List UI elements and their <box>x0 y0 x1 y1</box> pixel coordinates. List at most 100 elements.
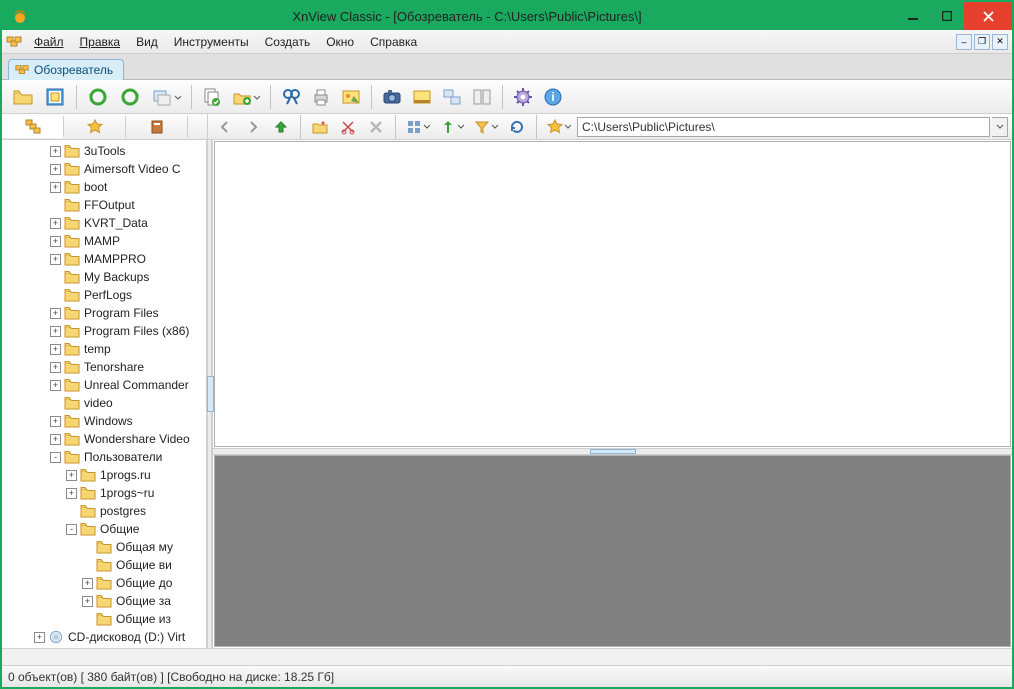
tree-item[interactable]: video <box>2 394 206 412</box>
collapse-icon[interactable]: - <box>50 452 61 463</box>
tree-item[interactable]: +MAMP <box>2 232 206 250</box>
tree-item[interactable]: +1progs~ru <box>2 484 206 502</box>
mdi-minimize-button[interactable]: ‒ <box>956 34 972 50</box>
mdi-close-button[interactable]: ✕ <box>992 34 1008 50</box>
tree-item[interactable]: +Aimersoft Video C <box>2 160 206 178</box>
expand-icon[interactable]: + <box>50 380 61 391</box>
expand-icon[interactable]: + <box>50 434 61 445</box>
expand-icon[interactable]: + <box>50 416 61 427</box>
delete-button[interactable] <box>363 114 389 140</box>
sidebar-tab-favorites[interactable] <box>64 116 126 138</box>
sidebar-tab-categories[interactable] <box>126 116 188 138</box>
print-button[interactable] <box>307 84 335 110</box>
search-button[interactable] <box>277 84 305 110</box>
tree-item[interactable]: +1progs.ru <box>2 466 206 484</box>
tree-item[interactable]: +MAMPPRO <box>2 250 206 268</box>
expand-icon[interactable]: + <box>66 470 77 481</box>
tree-item[interactable]: +3uTools <box>2 142 206 160</box>
expand-icon[interactable]: + <box>82 578 93 589</box>
refresh-button[interactable] <box>504 114 530 140</box>
tree-item[interactable]: +Unreal Commander <box>2 376 206 394</box>
folder-icon <box>96 612 112 626</box>
filter-button[interactable] <box>470 114 502 140</box>
view-mode-button[interactable] <box>402 114 434 140</box>
convert-button[interactable] <box>147 84 185 110</box>
expand-icon[interactable]: + <box>82 596 93 607</box>
vertical-splitter[interactable] <box>207 140 212 648</box>
horizontal-scrollbar[interactable] <box>2 648 1012 665</box>
tree-item[interactable]: Общая му <box>2 538 206 556</box>
close-button[interactable] <box>964 2 1012 30</box>
tree-item[interactable]: postgres <box>2 502 206 520</box>
nav-back-button[interactable] <box>212 114 238 140</box>
expand-icon[interactable]: + <box>50 308 61 319</box>
folder-tree[interactable]: +3uTools+Aimersoft Video C+bootFFOutput+… <box>2 140 206 648</box>
expand-icon[interactable]: + <box>50 182 61 193</box>
tree-item[interactable]: +Program Files <box>2 304 206 322</box>
tree-item[interactable]: +Общие за <box>2 592 206 610</box>
capture-button[interactable] <box>378 84 406 110</box>
expand-icon[interactable]: + <box>50 344 61 355</box>
tree-item[interactable]: +Tenorshare <box>2 358 206 376</box>
fullscreen-button[interactable] <box>40 84 70 110</box>
expand-icon[interactable]: + <box>50 146 61 157</box>
menu-file[interactable]: Файл <box>26 33 72 51</box>
new-folder-button[interactable] <box>307 114 333 140</box>
tree-item[interactable]: My Backups <box>2 268 206 286</box>
cut-button[interactable] <box>335 114 361 140</box>
address-input[interactable]: C:\Users\Public\Pictures\ <box>577 117 990 137</box>
tree-item[interactable]: -Пользователи <box>2 448 206 466</box>
tab-browser[interactable]: Обозреватель <box>8 59 124 80</box>
open-button[interactable] <box>8 84 38 110</box>
expand-icon[interactable]: + <box>50 254 61 265</box>
compare-button[interactable] <box>468 84 496 110</box>
sort-button[interactable] <box>436 114 468 140</box>
menu-create[interactable]: Создать <box>257 33 319 51</box>
tree-item[interactable]: +boot <box>2 178 206 196</box>
expand-icon[interactable]: + <box>50 236 61 247</box>
menu-tools[interactable]: Инструменты <box>166 33 257 51</box>
rotate-ccw-button[interactable] <box>83 84 113 110</box>
tree-item[interactable]: +Общие до <box>2 574 206 592</box>
tree-item[interactable]: +Program Files (x86) <box>2 322 206 340</box>
tree-item[interactable]: Общие из <box>2 610 206 628</box>
tree-item[interactable]: -Общие <box>2 520 206 538</box>
tree-item[interactable]: PerfLogs <box>2 286 206 304</box>
expand-icon[interactable]: + <box>50 164 61 175</box>
favorite-button[interactable] <box>543 114 575 140</box>
batch-rename-button[interactable] <box>438 84 466 110</box>
maximize-button[interactable] <box>930 2 964 30</box>
move-to-button[interactable] <box>228 84 264 110</box>
copy-to-button[interactable] <box>198 84 226 110</box>
expand-icon[interactable]: + <box>66 488 77 499</box>
menu-window[interactable]: Окно <box>318 33 362 51</box>
mdi-restore-button[interactable]: ❐ <box>974 34 990 50</box>
expand-icon[interactable]: + <box>50 218 61 229</box>
expand-icon[interactable]: + <box>34 632 45 643</box>
nav-forward-button[interactable] <box>240 114 266 140</box>
horizontal-splitter[interactable] <box>213 448 1012 455</box>
menu-help[interactable]: Справка <box>362 33 425 51</box>
minimize-button[interactable] <box>896 2 930 30</box>
menu-edit[interactable]: Правка <box>72 33 129 51</box>
tree-item[interactable]: +Wondershare Video <box>2 430 206 448</box>
sidebar-tab-folders[interactable] <box>2 116 64 138</box>
tree-item[interactable]: FFOutput <box>2 196 206 214</box>
tree-item[interactable]: +Windows <box>2 412 206 430</box>
about-button[interactable]: i <box>539 84 567 110</box>
menu-view[interactable]: Вид <box>128 33 166 51</box>
slideshow-button[interactable] <box>337 84 365 110</box>
scan-button[interactable] <box>408 84 436 110</box>
file-list[interactable] <box>214 141 1011 447</box>
rotate-cw-button[interactable] <box>115 84 145 110</box>
collapse-icon[interactable]: - <box>66 524 77 535</box>
tree-item[interactable]: +CD-дисковод (D:) Virt <box>2 628 206 646</box>
settings-button[interactable] <box>509 84 537 110</box>
expand-icon[interactable]: + <box>50 362 61 373</box>
tree-item[interactable]: +temp <box>2 340 206 358</box>
nav-up-button[interactable] <box>268 114 294 140</box>
expand-icon[interactable]: + <box>50 326 61 337</box>
tree-item[interactable]: +KVRT_Data <box>2 214 206 232</box>
address-dropdown-button[interactable] <box>992 117 1008 137</box>
tree-item[interactable]: Общие ви <box>2 556 206 574</box>
